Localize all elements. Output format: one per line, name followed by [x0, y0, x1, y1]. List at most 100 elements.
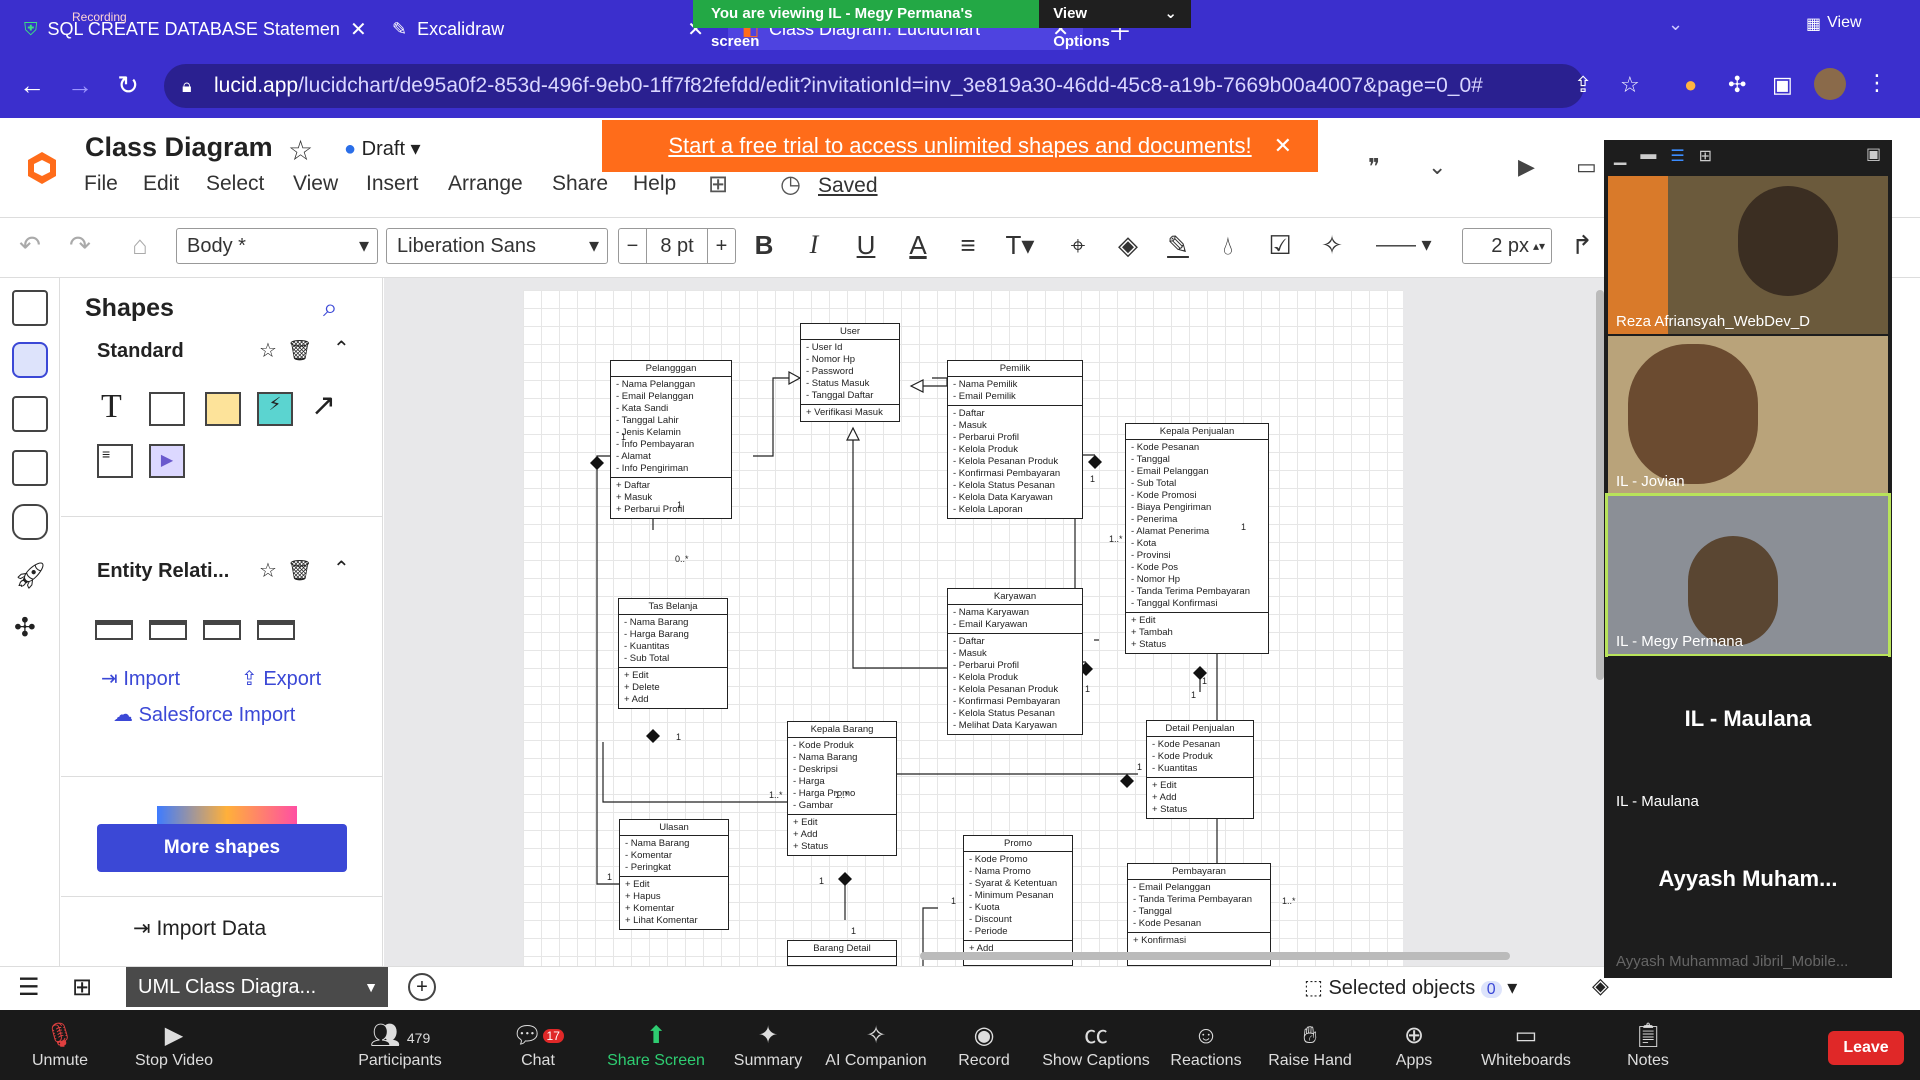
forward-icon[interactable]: → [62, 70, 98, 101]
page-tab[interactable]: UML Class Diagra... ▼ [126, 967, 388, 1007]
integrations-icon[interactable]: ✣ [14, 612, 36, 643]
font-select[interactable]: Liberation Sans ▾ [386, 228, 608, 264]
text-color-icon[interactable]: A [902, 230, 934, 261]
star-icon[interactable]: ☆ [259, 558, 277, 583]
opacity-icon[interactable]: 💧︎ [1212, 230, 1244, 262]
align-icon[interactable]: ≡ [952, 230, 984, 261]
section-entity[interactable]: Entity Relati... [97, 560, 229, 583]
shapes-icon[interactable] [12, 342, 48, 378]
uml-class-karyawan[interactable]: Karyawan - Nama Karyawan - Email Karyawa… [947, 588, 1083, 735]
plus-icon[interactable]: + [707, 229, 735, 263]
back-icon[interactable]: ← [14, 70, 50, 101]
raise-hand-button[interactable]: ✋︎ Raise Hand [1250, 1020, 1370, 1070]
menu-arrange[interactable]: Arrange [448, 172, 523, 196]
notes-button[interactable]: 📋︎ Notes [1588, 1020, 1708, 1070]
puzzle-icon[interactable]: ✣ [1728, 72, 1746, 98]
gallery-icon[interactable]: ⊞ [1699, 146, 1712, 166]
templates-icon[interactable] [12, 396, 48, 432]
note-shape[interactable] [205, 392, 241, 426]
chevron-down-icon[interactable]: ⌄ [1428, 154, 1446, 180]
grid-view-icon[interactable]: ⊞ [72, 973, 92, 1002]
rocket-icon[interactable]: 🚀︎ [14, 560, 47, 591]
section-standard[interactable]: Standard [97, 340, 184, 363]
uml-class-kepala-barang[interactable]: Kepala Barang - Kode Produk - Nama Baran… [787, 721, 897, 856]
tab-excalidraw[interactable]: ✎ Excalidraw ✕ [378, 8, 718, 50]
import-data-link[interactable]: ⇥ Import Data [133, 916, 266, 941]
diagram-page[interactable]: User - User Id - Nomor Hp - Password - S… [523, 290, 1403, 966]
sidepanel-icon[interactable]: ▣ [1772, 72, 1793, 98]
reactions-button[interactable]: ☺ Reactions [1146, 1020, 1266, 1070]
menu-share[interactable]: Share [552, 172, 608, 196]
fill-color-icon[interactable]: ◈ [1112, 230, 1144, 261]
uml-class-ulasan[interactable]: Ulasan - Nama Barang - Komentar - Pering… [619, 819, 729, 930]
video-tile-megy[interactable]: IL - Megy Permana [1605, 493, 1891, 657]
selected-objects-button[interactable]: ⬚ Selected objects 0 ▾ [1304, 975, 1517, 1000]
document-title[interactable]: Class Diagram [85, 132, 273, 163]
apps-button[interactable]: ⊕ Apps [1354, 1020, 1474, 1070]
video-tile-jovian[interactable]: IL - Jovian [1608, 336, 1888, 494]
import-link[interactable]: ⇥ Import [101, 666, 180, 691]
menu-help[interactable]: Help [633, 172, 676, 196]
video-tile-maulana[interactable]: IL - Maulana IL - Maulana [1608, 656, 1888, 814]
speaker-view-icon[interactable]: ▬ [1640, 146, 1656, 166]
chevron-down-icon[interactable]: ⌄ [1668, 14, 1683, 35]
view-options-button[interactable]: View Options ⌄ [1039, 0, 1191, 50]
text-shape[interactable]: T [101, 388, 122, 426]
trash-icon[interactable]: 🗑︎ [287, 338, 312, 363]
chevron-up-icon[interactable]: ⌃ [333, 556, 350, 581]
arrow-shape[interactable]: ↗ [311, 388, 336, 423]
star-icon[interactable]: ☆ [1620, 72, 1640, 98]
pages-icon[interactable] [12, 290, 48, 326]
reload-icon[interactable]: ↻ [110, 70, 146, 101]
more-shapes-button[interactable]: More shapes [97, 824, 347, 872]
magic-icon[interactable]: ✧ [1316, 230, 1348, 261]
comment-icon[interactable]: ❞ [1368, 154, 1380, 180]
entity-shape[interactable] [95, 620, 133, 640]
participants-button[interactable]: 👥︎ 479 Participants [340, 1020, 460, 1070]
video-tile-ayyash[interactable]: Ayyash Muham... Ayyash Muhammad Jibril_M… [1608, 816, 1888, 974]
rect-shape[interactable] [149, 392, 185, 426]
salesforce-import-link[interactable]: ☁ Salesforce Import [113, 702, 295, 727]
video-icon[interactable]: ▭ [1576, 154, 1597, 180]
view-button[interactable]: ▦ View [1806, 14, 1862, 34]
trial-link[interactable]: Start a free trial to access unlimited s… [668, 133, 1251, 158]
record-button[interactable]: ◉ Record [924, 1020, 1044, 1070]
menu-edit[interactable]: Edit [143, 172, 179, 196]
feature-find-icon[interactable]: ⊞ [708, 170, 728, 199]
line-width-select[interactable]: 2 px ▴▾ [1462, 228, 1552, 264]
text-options-icon[interactable]: T▾ [1004, 230, 1036, 261]
star-icon[interactable]: ☆ [288, 134, 313, 167]
entity-shape[interactable] [257, 620, 295, 640]
show-captions-button[interactable]: ㏄ Show Captions [1036, 1020, 1156, 1070]
data-icon[interactable] [12, 504, 48, 540]
summary-button[interactable]: ✦ Summary [708, 1020, 828, 1070]
underline-icon[interactable]: U [850, 230, 882, 261]
strip-view-icon[interactable]: ☰ [1670, 146, 1684, 166]
image-icon[interactable] [12, 450, 48, 486]
style-select[interactable]: Body * ▾ [176, 228, 378, 264]
position-icon[interactable]: ⌖ [1062, 230, 1094, 262]
bold-icon[interactable]: B [748, 230, 780, 261]
uml-class-promo[interactable]: Promo - Kode Promo - Nama Promo - Syarat… [963, 835, 1073, 966]
chat-button[interactable]: 💬︎ 17 Chat [478, 1020, 598, 1070]
share-icon[interactable]: ⇪ [1574, 72, 1592, 98]
add-page-icon[interactable]: + [408, 973, 436, 1001]
ai-companion-button[interactable]: ✧ AI Companion [816, 1020, 936, 1070]
undo-icon[interactable]: ↶ [14, 230, 46, 261]
minus-icon[interactable]: − [619, 229, 647, 263]
leave-button[interactable]: Leave [1828, 1031, 1904, 1065]
format-painter-icon[interactable]: ⌂ [124, 230, 156, 261]
uml-class-barang-detail[interactable]: Barang Detail [787, 940, 897, 966]
minimize-icon[interactable]: ▁ [1614, 146, 1626, 166]
menu-select[interactable]: Select [206, 172, 264, 196]
search-icon[interactable]: ⌕ [323, 292, 338, 324]
video-tile-reza[interactable]: Reza Afriansyah_WebDev_D [1608, 176, 1888, 334]
line-color-icon[interactable]: ✎ [1162, 230, 1194, 261]
close-icon[interactable]: ✕ [350, 17, 365, 42]
entity-shape[interactable] [149, 620, 187, 640]
chevron-up-icon[interactable]: ⌃ [333, 336, 350, 361]
more-icon[interactable]: ⋮ [1866, 70, 1888, 96]
address-bar[interactable]: 🔒︎ lucid.app/lucidchart/de95a0f2-853d-49… [164, 64, 1584, 108]
connector-icon[interactable]: ↱ [1566, 230, 1598, 261]
uml-class-detail-penjualan[interactable]: Detail Penjualan - Kode Pesanan - Kode P… [1146, 720, 1254, 819]
